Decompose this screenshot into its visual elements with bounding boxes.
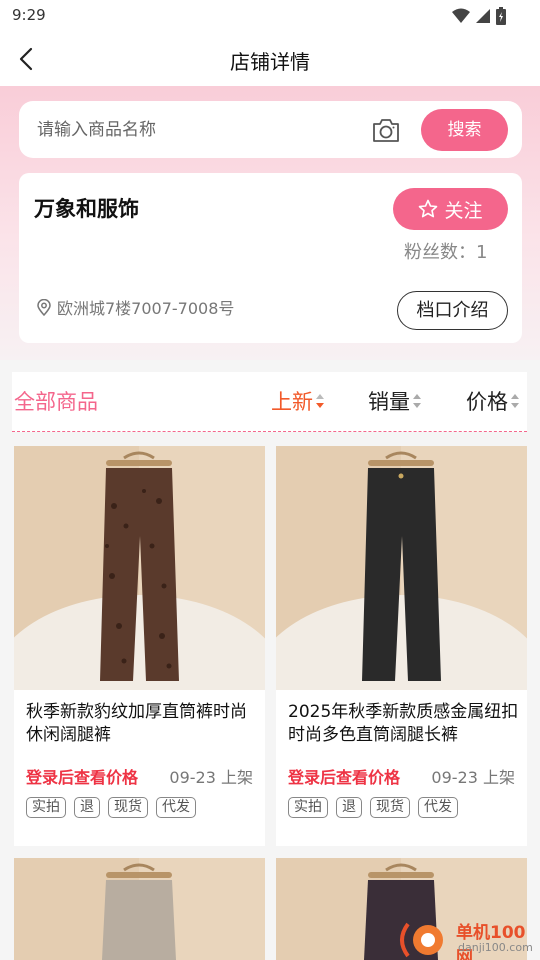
watermark-logo-icon	[400, 922, 443, 958]
sort-icon	[413, 394, 421, 408]
product-title: 秋季新款豹纹加厚直筒裤时尚休闲阔腿裤	[26, 702, 247, 745]
tab-price[interactable]: 价格	[466, 386, 520, 416]
tag-dropship: 代发	[418, 797, 458, 818]
sort-tabs: 全部商品 上新 销量 价格	[12, 372, 527, 432]
camera-icon[interactable]	[371, 115, 401, 145]
product-tags: 实拍 退 现货 代发	[288, 797, 458, 818]
tag-in-stock: 现货	[370, 797, 410, 818]
shop-info-card: 万象和服饰 关注 粉丝数：1 欧洲城7楼7007-7008号 档口介绍	[19, 173, 522, 343]
site-watermark: 单机100网 danji100.com	[388, 916, 540, 960]
fans-count: 粉丝数：1	[404, 238, 487, 264]
search-button[interactable]: 搜索	[421, 109, 508, 151]
page-title: 店铺详情	[230, 50, 310, 74]
product-card[interactable]: 2025年秋季新款质感金属纽扣时尚多色直筒阔腿长裤 登录后查看价格 09-23 …	[276, 446, 527, 846]
shop-intro-button[interactable]: 档口介绍	[397, 291, 508, 330]
status-bar: 9:29	[0, 0, 540, 32]
status-icons	[452, 7, 506, 25]
product-card[interactable]: 秋季新款豹纹加厚直筒裤时尚休闲阔腿裤 登录后查看价格 09-23 上架 实拍 退…	[14, 446, 265, 846]
tag-return: 退	[74, 797, 100, 818]
shop-name: 万象和服饰	[34, 197, 139, 221]
status-time: 9:29	[12, 6, 46, 24]
follow-button[interactable]: 关注	[393, 188, 508, 230]
tab-sales[interactable]: 销量	[368, 386, 422, 416]
tab-sales-label: 销量	[368, 390, 410, 414]
watermark-url: danji100.com	[458, 941, 533, 954]
product-tags: 实拍 退 现货 代发	[26, 797, 196, 818]
follow-label: 关注	[444, 199, 483, 222]
tag-real-photo: 实拍	[26, 797, 66, 818]
product-image-beige-pants[interactable]	[14, 858, 265, 960]
search-bar: 搜索	[19, 101, 522, 158]
sort-desc-active-icon	[316, 394, 324, 408]
search-input[interactable]	[37, 115, 357, 145]
tag-in-stock: 现货	[108, 797, 148, 818]
product-list-date: 09-23 上架	[169, 768, 253, 787]
wifi-icon	[452, 8, 470, 23]
location-pin-icon	[37, 298, 51, 316]
product-list-date: 09-23 上架	[431, 768, 515, 787]
product-title: 2025年秋季新款质感金属纽扣时尚多色直筒阔腿长裤	[288, 702, 519, 745]
product-image-black-pants[interactable]	[276, 446, 527, 690]
shop-address: 欧洲城7楼7007-7008号	[37, 295, 234, 319]
fans-label: 粉丝数：	[404, 242, 476, 263]
battery-icon	[496, 7, 506, 25]
product-price-login: 登录后查看价格	[26, 768, 139, 787]
tag-dropship: 代发	[156, 797, 196, 818]
tab-price-label: 价格	[466, 390, 508, 414]
star-outline-icon	[419, 199, 438, 218]
tab-all-products[interactable]: 全部商品	[14, 386, 98, 416]
address-text: 欧洲城7楼7007-7008号	[57, 299, 235, 318]
tab-new-label: 上新	[271, 390, 313, 414]
fans-value: 1	[476, 242, 488, 263]
sort-icon	[511, 394, 519, 408]
tag-real-photo: 实拍	[288, 797, 328, 818]
tab-all-label: 全部商品	[14, 390, 98, 414]
product-image-leopard-pants[interactable]	[14, 446, 265, 690]
tab-newest[interactable]: 上新	[271, 386, 325, 416]
signal-icon	[476, 9, 490, 23]
nav-bar: 店铺详情	[0, 32, 540, 86]
tag-return: 退	[336, 797, 362, 818]
product-price-login: 登录后查看价格	[288, 768, 401, 787]
product-card[interactable]	[14, 858, 265, 960]
